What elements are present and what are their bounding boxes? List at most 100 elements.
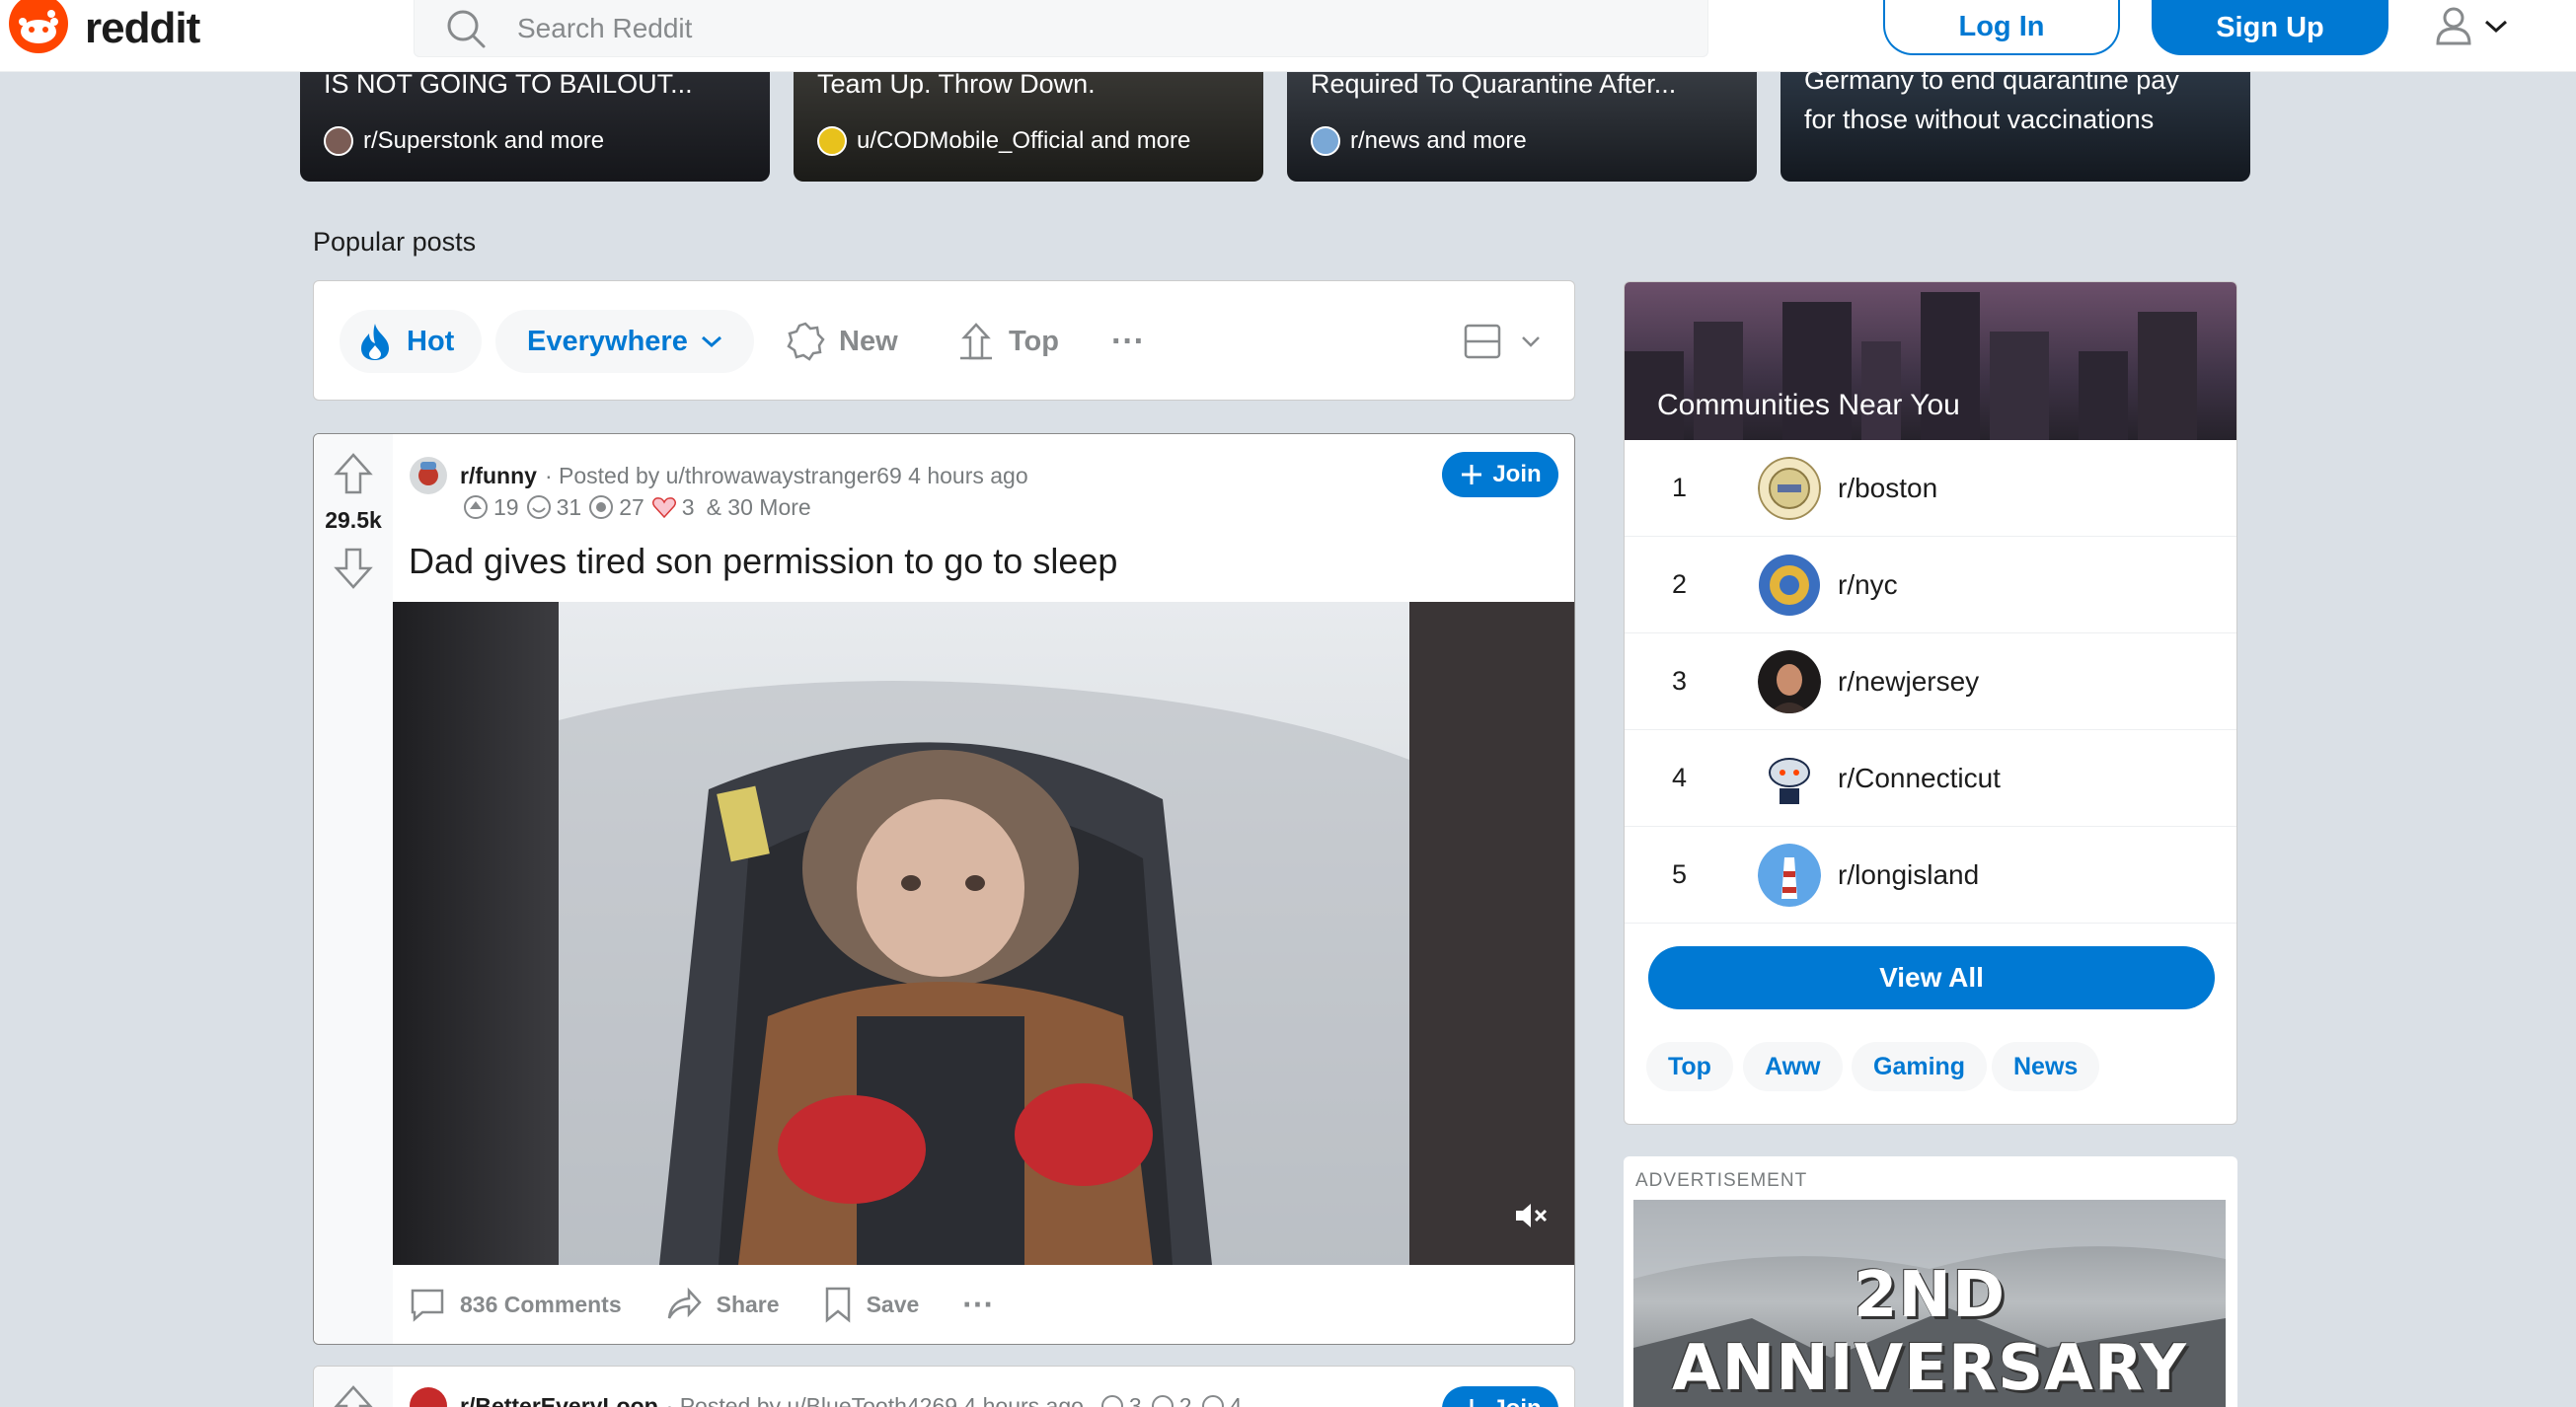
community-avatar-icon <box>1311 126 1340 156</box>
community-rank: 1 <box>1672 473 1688 502</box>
share-icon <box>667 1287 702 1319</box>
community-name: r/nyc <box>1838 568 1898 600</box>
login-button[interactable]: Log In <box>1883 0 2120 55</box>
popular-posts-heading: Popular posts <box>313 227 477 257</box>
topic-chip[interactable]: Aww <box>1743 1042 1843 1091</box>
join-button[interactable]: Join <box>1442 1386 1558 1407</box>
helpful-award-icon <box>464 495 488 519</box>
community-row[interactable]: 2 r/nyc <box>1625 537 2236 633</box>
save-button[interactable]: Save <box>823 1286 919 1323</box>
lighthouse-icon <box>1758 843 1821 907</box>
community-row[interactable]: 3 r/newjersey <box>1625 633 2236 730</box>
more-options-icon[interactable]: ··· <box>1111 310 1145 373</box>
post-card[interactable]: r/BetterEveryLoop · Posted by u/BlueToot… <box>313 1366 1575 1407</box>
post-more-options-icon[interactable]: ··· <box>962 1287 994 1323</box>
community-row[interactable]: 5 r/longisland <box>1625 827 2236 924</box>
subreddit-avatar-icon[interactable] <box>409 1386 448 1407</box>
trending-title-line2: for those without vaccinations <box>1804 105 2155 134</box>
video-player[interactable] <box>393 602 1574 1265</box>
community-row[interactable]: 4 r/Connecticut <box>1625 730 2236 827</box>
award-item[interactable]: 3 <box>650 493 695 521</box>
silver-award-icon <box>589 495 614 519</box>
comment-icon <box>411 1289 444 1322</box>
post-actions: 836 Comments Share Save ··· <box>409 1279 1037 1330</box>
award-item[interactable]: 2 <box>1150 1393 1192 1407</box>
sort-top-button[interactable]: Top <box>957 310 1059 373</box>
wholesome-heart-award-icon <box>651 497 676 519</box>
award-item[interactable]: 3 <box>1099 1393 1142 1407</box>
widget-title: Communities Near You <box>1657 389 1960 421</box>
downvote-icon[interactable] <box>334 547 373 590</box>
award-icon <box>1151 1395 1174 1407</box>
comments-button[interactable]: 836 Comments <box>409 1287 622 1322</box>
topic-chip[interactable]: Top <box>1646 1042 1733 1091</box>
vote-count: 29.5k <box>325 507 382 533</box>
community-row[interactable]: 1 r/boston <box>1625 440 2236 537</box>
community-avatar-icon <box>817 126 847 156</box>
trending-title: Required To Quarantine After... <box>1311 69 1677 99</box>
community-rank: 3 <box>1672 666 1688 696</box>
posted-by-text: · Posted by u/BlueTooth4269 4 hours ago <box>665 1392 1084 1407</box>
trending-title: Team Up. Throw Down. <box>817 69 1096 99</box>
advertisement[interactable]: ADVERTISEMENT 2ND ANNIVERSARY <box>1624 1156 2237 1407</box>
trending-card[interactable]: IS NOT GOING TO BAILOUT... r/Superstonk … <box>300 59 770 182</box>
boston-seal-icon <box>1758 456 1821 520</box>
trending-card[interactable]: Team Up. Throw Down. u/CODMobile_Officia… <box>794 59 1263 182</box>
search-placeholder: Search Reddit <box>517 12 693 43</box>
trending-source: r/Superstonk and more <box>324 126 604 156</box>
award-icon <box>1100 1395 1123 1407</box>
join-button[interactable]: Join <box>1442 452 1558 497</box>
advertisement-label: ADVERTISEMENT <box>1635 1170 1808 1191</box>
subreddit-link[interactable]: r/BetterEveryLoop <box>460 1393 658 1407</box>
sort-hot-button[interactable]: Hot <box>340 310 482 373</box>
chevron-down-icon <box>1522 336 1540 347</box>
sort-new-button[interactable]: New <box>786 310 898 373</box>
community-name: r/boston <box>1838 472 1938 503</box>
plus-icon <box>1470 1399 1474 1407</box>
ad-headline: 2ND ANNIVERSARY <box>1672 1259 2187 1405</box>
subreddit-link[interactable]: r/funny <box>460 463 537 489</box>
awards-row: 19 31 27 3 & 30 More <box>462 493 811 521</box>
share-button[interactable]: Share <box>665 1287 780 1322</box>
posted-by-text: · Posted by u/throwawaystranger69 4 hour… <box>544 462 1028 488</box>
upvote-icon[interactable] <box>334 452 373 495</box>
award-item[interactable]: 31 <box>525 493 581 521</box>
nyc-seal-icon <box>1759 554 1820 616</box>
post-meta: r/BetterEveryLoop · Posted by u/BlueToot… <box>409 1386 1242 1407</box>
trending-title: IS NOT GOING TO BAILOUT... <box>324 69 693 99</box>
award-item[interactable]: 4 <box>1200 1393 1242 1407</box>
vote-column <box>314 1367 393 1407</box>
community-avatar-icon <box>324 126 353 156</box>
bookmark-icon <box>825 1287 850 1323</box>
topic-chip[interactable]: Gaming <box>1852 1042 1988 1091</box>
communities-near-you-widget: Communities Near You 1 r/boston 2 r/nyc … <box>1624 281 2237 1125</box>
award-item[interactable]: 19 <box>462 493 519 521</box>
award-item[interactable]: 27 <box>587 493 644 521</box>
upvote-icon[interactable] <box>334 1384 373 1407</box>
award-icon <box>1201 1395 1224 1407</box>
post-meta: r/funny · Posted by u/throwawaystranger6… <box>409 456 1028 495</box>
reddit-snoo-icon <box>9 0 68 53</box>
chevron-down-icon <box>2484 20 2508 34</box>
user-menu-dropdown[interactable] <box>2432 4 2511 47</box>
search-input[interactable]: Search Reddit <box>414 0 1708 57</box>
post-card[interactable]: 29.5k r/funny · Posted by u/throwawaystr… <box>313 433 1575 1345</box>
view-all-button[interactable]: View All <box>1648 946 2215 1009</box>
community-name: r/Connecticut <box>1838 762 2001 793</box>
reddit-logo[interactable]: reddit <box>6 0 200 57</box>
post-title[interactable]: Dad gives tired son permission to go to … <box>409 541 1117 582</box>
mute-icon[interactable] <box>1513 1200 1549 1231</box>
logo-wordmark: reddit <box>85 4 200 52</box>
more-awards-link[interactable]: & 30 More <box>707 494 811 521</box>
trending-card[interactable]: Required To Quarantine After... r/news a… <box>1287 59 1757 182</box>
user-icon <box>2436 7 2471 45</box>
view-layout-dropdown[interactable] <box>1463 310 1542 373</box>
ad-banner-image[interactable]: 2ND ANNIVERSARY <box>1633 1200 2226 1407</box>
signup-button[interactable]: Sign Up <box>2152 0 2388 55</box>
location-dropdown[interactable]: Everywhere <box>495 310 754 373</box>
newjersey-avatar-icon <box>1758 649 1821 713</box>
vote-column: 29.5k <box>314 434 393 1344</box>
trending-card[interactable]: Germany to end quarantine pay for those … <box>1780 59 2250 182</box>
subreddit-avatar-icon[interactable] <box>409 456 448 495</box>
topic-chip[interactable]: News <box>1992 1042 2100 1091</box>
